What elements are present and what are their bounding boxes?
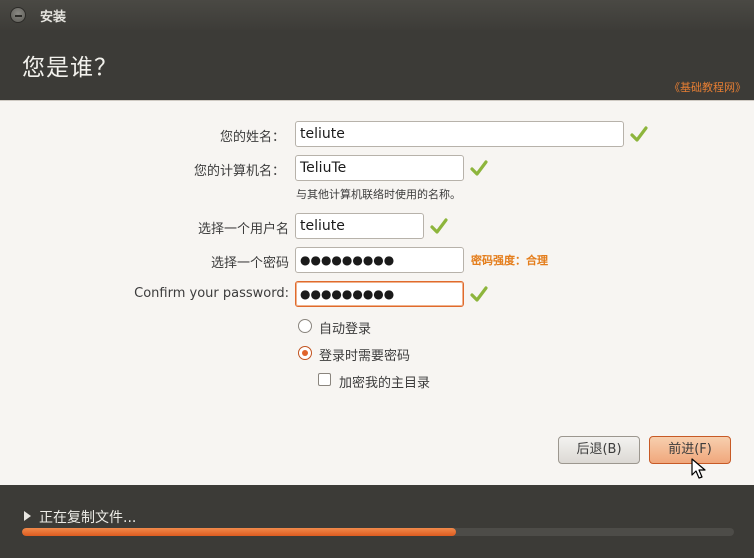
require-password-radio[interactable] — [298, 346, 312, 360]
password-label: 选择一个密码 — [210, 256, 289, 271]
title-bar: 安装 — [0, 0, 754, 30]
back-button[interactable]: 后退(B) — [558, 436, 640, 464]
progress-bar — [22, 528, 734, 536]
check-icon — [630, 126, 648, 142]
window-title: 安装 — [40, 10, 67, 25]
progress-label: 正在复制文件... — [39, 510, 137, 526]
close-icon[interactable] — [10, 7, 26, 23]
password-field[interactable]: ●●●●●●●●● — [295, 247, 464, 273]
require-password-label: 登录时需要密码 — [319, 349, 411, 364]
forward-button[interactable]: 前进(F) — [649, 436, 731, 464]
progress-fill — [22, 528, 457, 536]
auto-login-radio[interactable] — [298, 319, 312, 333]
encrypt-home-label: 加密我的主目录 — [339, 376, 431, 391]
mouse-pointer-icon — [691, 458, 706, 479]
name-label: 您的姓名： — [219, 130, 285, 145]
confirm-password-field[interactable]: ●●●●●●●●● — [295, 281, 464, 307]
page-title: 您是谁？ — [22, 55, 118, 81]
check-icon — [470, 160, 488, 176]
name-field[interactable]: teliute — [295, 121, 624, 147]
check-icon — [470, 286, 488, 302]
confirm-password-label: Confirm your password: — [134, 286, 289, 301]
encrypt-home-checkbox[interactable] — [318, 373, 331, 386]
computer-name-label: 您的计算机名： — [193, 164, 285, 179]
watermark-text: 《基础教程网》 — [669, 81, 746, 94]
computer-name-field[interactable]: TeliuTe — [295, 155, 464, 181]
username-field[interactable]: teliute — [295, 213, 424, 239]
username-label: 选择一个用户名 — [197, 222, 289, 237]
auto-login-label: 自动登录 — [319, 322, 372, 337]
password-strength: 密码强度：合理 — [471, 254, 548, 267]
page-header: 您是谁？ 《基础教程网》 — [0, 30, 754, 100]
check-icon — [430, 218, 448, 234]
computer-name-hint: 与其他计算机联络时使用的名称。 — [296, 188, 461, 201]
triangle-right-icon[interactable] — [24, 511, 31, 521]
